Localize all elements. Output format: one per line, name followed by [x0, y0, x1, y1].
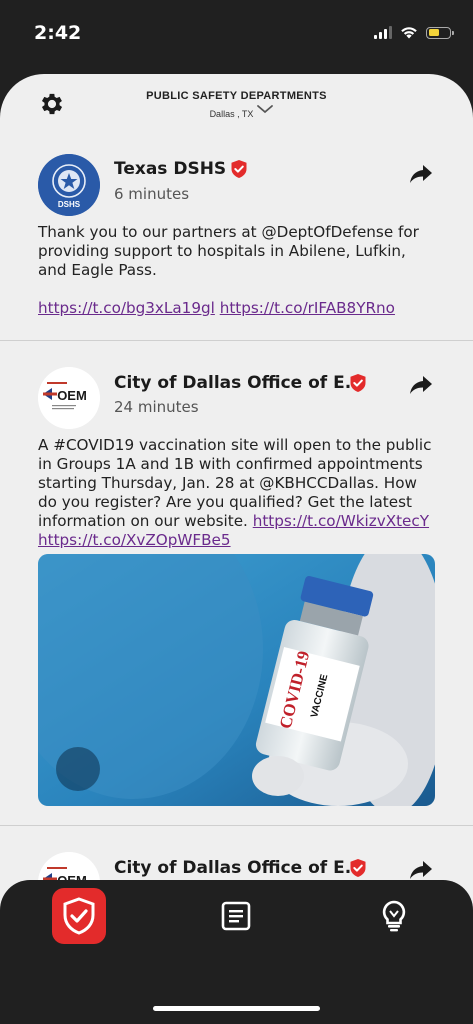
post-text: Thank you to our partners at @DeptOfDefe… [38, 223, 419, 279]
avatar-text: OEM [57, 388, 87, 403]
verified-badge-icon [350, 859, 366, 877]
feed: DSHS Texas DSHS 6 minutes Thank you to o… [0, 144, 473, 914]
post-link[interactable]: https://t.co/WkizvXtecY [253, 512, 429, 530]
signal-icon [374, 26, 392, 39]
post-image[interactable]: COVID-19 VACCINE [38, 554, 435, 806]
oem-logo-icon: OEM [38, 367, 100, 429]
avatar[interactable]: DSHS [38, 154, 100, 216]
post-links: https://t.co/bg3xLa19gl https://t.co/rIF… [38, 299, 435, 318]
header: PUBLIC SAFETY DEPARTMENTS Dallas , TX [0, 74, 473, 144]
post-time: 24 minutes [114, 398, 199, 416]
status-icons [374, 26, 454, 39]
avatar[interactable]: OEM [38, 367, 100, 429]
share-icon[interactable] [409, 164, 433, 184]
lightbulb-icon [382, 900, 406, 932]
post-link[interactable]: https://t.co/bg3xLa19gl [38, 299, 215, 317]
battery-icon [426, 26, 454, 39]
verified-badge-icon [350, 374, 366, 392]
tab-alerts[interactable] [52, 888, 106, 944]
chevron-down-icon[interactable] [256, 103, 274, 115]
avatar-text: DSHS [58, 200, 81, 209]
tab-news[interactable] [209, 888, 263, 944]
post-card[interactable]: OEM City of Dallas Office of E... 24 min… [0, 341, 473, 826]
share-icon[interactable] [409, 375, 433, 395]
tab-tips[interactable] [367, 888, 421, 944]
status-time: 2:42 [34, 22, 82, 44]
post-link[interactable]: https://t.co/rIFAB8YRno [220, 299, 395, 317]
post-link[interactable]: https://t.co/XvZOpWFBe5 [38, 531, 231, 549]
post-author[interactable]: Texas DSHS [114, 159, 226, 179]
post-body: A #COVID19 vaccination site will open to… [38, 436, 435, 550]
tab-bar [0, 880, 473, 1024]
post-body: Thank you to our partners at @DeptOfDefe… [38, 223, 435, 318]
location-label[interactable]: Dallas , TX [0, 109, 473, 119]
dshs-seal-icon: DSHS [38, 154, 100, 216]
home-indicator [153, 1006, 320, 1011]
news-icon [221, 901, 251, 931]
page-title: PUBLIC SAFETY DEPARTMENTS [146, 90, 327, 102]
shield-check-icon [63, 897, 95, 935]
post-card[interactable]: DSHS Texas DSHS 6 minutes Thank you to o… [0, 144, 473, 341]
main-sheet: PUBLIC SAFETY DEPARTMENTS Dallas , TX DS… [0, 74, 473, 914]
share-icon[interactable] [409, 860, 433, 880]
wifi-icon [401, 27, 417, 39]
post-author[interactable]: City of Dallas Office of E... [114, 373, 364, 393]
verified-badge-icon [231, 160, 247, 178]
vaccine-photo: COVID-19 VACCINE [38, 554, 435, 806]
post-author[interactable]: City of Dallas Office of E... [114, 858, 364, 878]
post-time: 6 minutes [114, 185, 190, 203]
status-bar: 2:42 [0, 0, 473, 72]
